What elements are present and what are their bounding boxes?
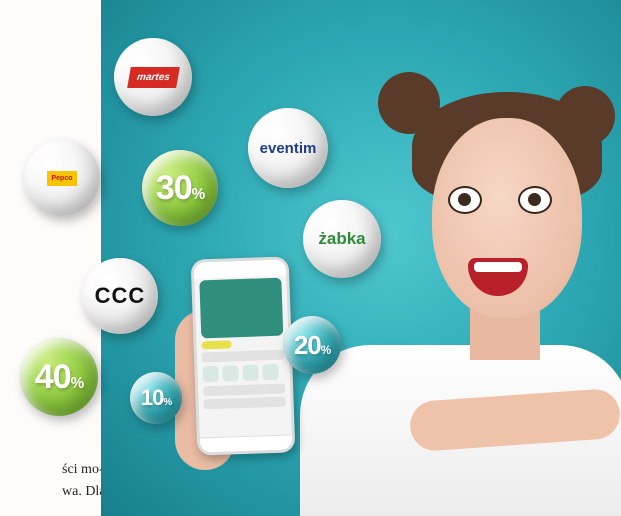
phone-app-icons: [202, 363, 285, 383]
phone-app-row: [203, 396, 286, 410]
phone-app-row: [203, 383, 286, 397]
discount-40-ball: 40%: [20, 338, 98, 416]
martes-logo: martes: [126, 66, 180, 88]
discount-20-ball: 20%: [283, 316, 341, 374]
ccc-logo-ball: CCC: [82, 258, 158, 334]
phone-app-button: [201, 340, 232, 350]
discount-10-ball: 10%: [130, 372, 182, 424]
phone-app-row: [201, 349, 285, 363]
yellow-store-logo-ball: Pepco: [24, 140, 100, 216]
phone-app-header: [193, 259, 287, 279]
yellow-store-logo: Pepco: [47, 170, 77, 186]
martes-logo-ball: martes: [114, 38, 192, 116]
discount-40-label: 40%: [34, 357, 84, 396]
phone-app-card: [199, 277, 284, 339]
eventim-logo: eventim: [259, 139, 317, 157]
advertisement-page: ści mo- wa. Dla martes eventim Pepco 30%…: [0, 0, 621, 516]
discount-20-label: 20%: [293, 329, 331, 360]
eventim-logo-ball: eventim: [248, 108, 328, 188]
discount-30-label: 30%: [155, 168, 205, 207]
zabka-logo-ball: żabka: [303, 200, 381, 278]
zabka-logo: żabka: [318, 229, 366, 248]
phone-app-mockup-icon: [190, 256, 296, 456]
discount-10-label: 10%: [140, 385, 172, 410]
right-eye: [518, 186, 552, 214]
ccc-logo: CCC: [94, 283, 146, 308]
phone-app-nav-bar: [199, 434, 293, 453]
article-column: ści mo- wa. Dla: [0, 0, 106, 516]
left-eye: [448, 186, 482, 214]
discount-30-ball: 30%: [142, 150, 218, 226]
